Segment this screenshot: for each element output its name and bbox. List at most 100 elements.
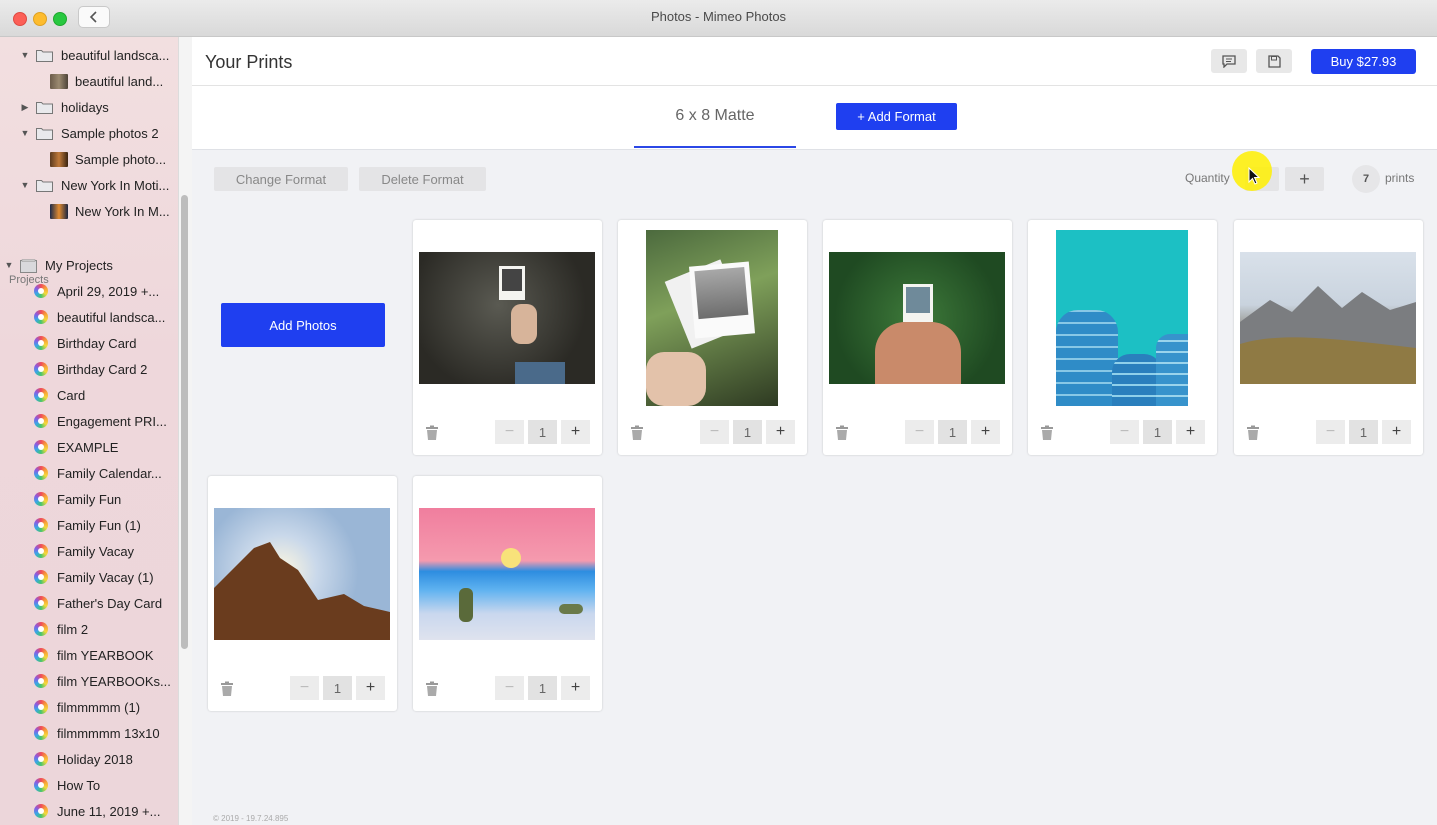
increment-button[interactable]: +: [561, 676, 590, 700]
print-card: − 1 +: [413, 476, 602, 711]
buy-button[interactable]: Buy $27.93: [1311, 49, 1416, 74]
sidebar-project-label: film YEARBOOK: [57, 647, 154, 663]
decrement-button[interactable]: −: [1316, 420, 1345, 444]
print-card: − 1 +: [413, 220, 602, 455]
project-icon: [34, 466, 48, 480]
hand-shape: [511, 304, 537, 344]
sidebar-project-item[interactable]: film YEARBOOK: [34, 642, 154, 668]
project-icon: [34, 518, 48, 532]
sidebar-project-item[interactable]: Birthday Card: [34, 330, 136, 356]
sidebar-project-item[interactable]: EXAMPLE: [34, 434, 118, 460]
disclosure-open-icon[interactable]: ▼: [4, 260, 14, 270]
sidebar-album-folder[interactable]: ▶ holidays: [20, 94, 109, 120]
quantity-value[interactable]: 1: [733, 420, 762, 444]
increment-button[interactable]: +: [766, 420, 795, 444]
sidebar-album-photo[interactable]: New York In M...: [50, 198, 170, 224]
sidebar-album-folder[interactable]: ▼ Sample photos 2: [20, 120, 159, 146]
decrement-button[interactable]: −: [905, 420, 934, 444]
decrement-button[interactable]: −: [700, 420, 729, 444]
sidebar-project-item[interactable]: filmmmmm 13x10: [34, 720, 160, 746]
change-format-button[interactable]: Change Format: [214, 167, 348, 191]
trash-icon[interactable]: [1040, 425, 1054, 441]
disclosure-open-icon[interactable]: ▼: [20, 180, 30, 190]
print-photo[interactable]: [419, 508, 595, 640]
sidebar-projects-root[interactable]: ▼ My Projects: [4, 252, 113, 278]
decrement-button[interactable]: −: [1110, 420, 1139, 444]
decrement-button[interactable]: −: [290, 676, 319, 700]
disclosure-open-icon[interactable]: ▼: [20, 128, 30, 138]
trash-icon[interactable]: [220, 681, 234, 697]
quantity-value[interactable]: 1: [323, 676, 352, 700]
sidebar-project-item[interactable]: Birthday Card 2: [34, 356, 147, 382]
sidebar-project-item[interactable]: How To: [34, 772, 100, 798]
quantity-increment-button[interactable]: +: [1285, 167, 1324, 191]
quantity-value[interactable]: 1: [528, 676, 557, 700]
increment-button[interactable]: +: [356, 676, 385, 700]
disclosure-closed-icon[interactable]: ▶: [20, 102, 30, 113]
sidebar-project-label: Family Fun: [57, 491, 122, 507]
folder-icon: [36, 49, 53, 62]
sidebar-project-item[interactable]: Family Vacay (1): [34, 564, 154, 590]
sidebar-project-label: filmmmmm (1): [57, 699, 141, 715]
polaroid-shape: [688, 261, 756, 339]
sidebar-scrollbar-thumb[interactable]: [181, 195, 188, 649]
print-photo[interactable]: [419, 252, 595, 384]
photo-thumbnail: [50, 203, 68, 219]
print-photo[interactable]: [1240, 252, 1416, 384]
building-shape: [1056, 310, 1118, 406]
print-photo[interactable]: [214, 508, 390, 640]
sidebar-project-item[interactable]: Family Calendar...: [34, 460, 162, 486]
person-shape: [875, 322, 961, 384]
sidebar-project-item[interactable]: Family Fun (1): [34, 512, 141, 538]
save-button[interactable]: [1256, 49, 1292, 73]
trash-icon[interactable]: [425, 681, 439, 697]
print-photo[interactable]: [829, 252, 1005, 384]
sidebar-project-item[interactable]: Holiday 2018: [34, 746, 133, 772]
chat-button[interactable]: [1211, 49, 1247, 73]
chat-bubble-icon: [1222, 54, 1236, 68]
delete-format-button[interactable]: Delete Format: [359, 167, 486, 191]
sidebar-project-item[interactable]: Father's Day Card: [34, 590, 162, 616]
sidebar-project-item[interactable]: Family Vacay: [34, 538, 134, 564]
sidebar-project-item[interactable]: filmmmmm (1): [34, 694, 140, 720]
project-icon: [34, 752, 48, 766]
sidebar-album-photo[interactable]: beautiful land...: [50, 68, 163, 94]
sidebar-project-item[interactable]: Card: [34, 382, 85, 408]
sidebar-project-item[interactable]: Engagement PRI...: [34, 408, 167, 434]
trash-icon[interactable]: [1246, 425, 1260, 441]
sidebar-project-item[interactable]: Family Fun: [34, 486, 121, 512]
sidebar-album-label: beautiful landsca...: [61, 47, 170, 63]
sidebar-project-item[interactable]: April 29, 2019 +...: [34, 278, 159, 304]
sidebar-album-folder[interactable]: ▼ beautiful landsca...: [20, 42, 170, 68]
quantity-value[interactable]: 1: [1349, 420, 1378, 444]
window-title: Photos - Mimeo Photos: [650, 9, 787, 24]
print-photo[interactable]: [1056, 230, 1188, 406]
sidebar-album-folder[interactable]: ▼ New York In Moti...: [20, 172, 170, 198]
quantity-value[interactable]: 1: [528, 420, 557, 444]
sidebar-project-item[interactable]: June 11, 2019 +...: [34, 798, 160, 824]
quantity-value[interactable]: 1: [938, 420, 967, 444]
sidebar-project-item[interactable]: film 2: [34, 616, 88, 642]
project-icon: [34, 388, 48, 402]
increment-button[interactable]: +: [561, 420, 590, 444]
decrement-button[interactable]: −: [495, 676, 524, 700]
print-photo[interactable]: [646, 230, 778, 406]
decrement-button[interactable]: −: [495, 420, 524, 444]
add-format-button[interactable]: + Add Format: [836, 103, 957, 130]
disclosure-open-icon[interactable]: ▼: [20, 50, 30, 60]
trash-icon[interactable]: [835, 425, 849, 441]
trash-icon[interactable]: [425, 425, 439, 441]
hand-shape: [646, 352, 706, 406]
add-photos-button[interactable]: Add Photos: [221, 303, 385, 347]
quantity-value[interactable]: 1: [1143, 420, 1172, 444]
sidebar-album-photo[interactable]: Sample photo...: [50, 146, 166, 172]
increment-button[interactable]: +: [1382, 420, 1411, 444]
sun-shape: [501, 548, 521, 568]
sidebar-project-item[interactable]: beautiful landsca...: [34, 304, 165, 330]
mouse-cursor-icon: [1248, 167, 1260, 185]
sidebar-project-item[interactable]: film YEARBOOKs...: [34, 668, 171, 694]
increment-button[interactable]: +: [971, 420, 1000, 444]
increment-button[interactable]: +: [1176, 420, 1205, 444]
tab-format-active[interactable]: 6 x 8 Matte: [634, 86, 796, 148]
trash-icon[interactable]: [630, 425, 644, 441]
